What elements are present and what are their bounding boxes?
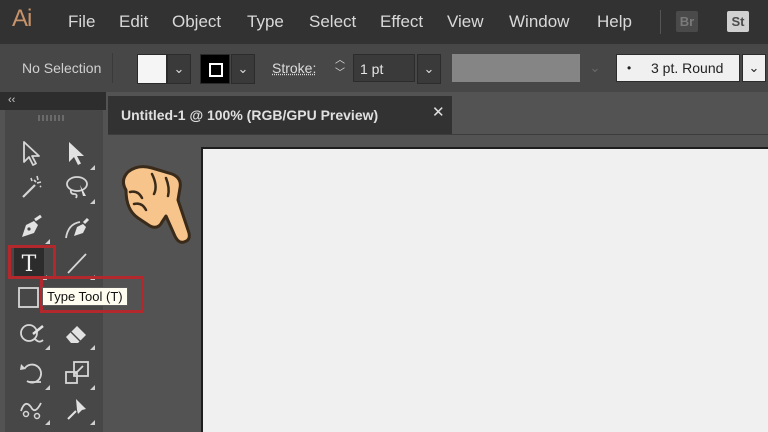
stroke-swatch-inner bbox=[209, 63, 223, 77]
type-tool-highlight bbox=[8, 245, 56, 279]
pin-tool-icon[interactable] bbox=[62, 393, 95, 425]
curvature-tool-icon[interactable] bbox=[62, 212, 92, 242]
artboard[interactable] bbox=[201, 147, 768, 432]
app-logo: Ai bbox=[12, 5, 32, 32]
magic-wand-tool-icon[interactable] bbox=[17, 172, 47, 202]
type-tool-tooltip: Type Tool (T) bbox=[42, 287, 128, 306]
document-tab-title[interactable]: Untitled-1 @ 100% (RGB/GPU Preview) bbox=[121, 107, 378, 123]
stroke-panel-link[interactable]: Stroke: bbox=[272, 60, 316, 76]
menu-help[interactable]: Help bbox=[597, 12, 632, 32]
menu-file[interactable]: File bbox=[68, 12, 95, 32]
direct-selection-tool-icon[interactable] bbox=[62, 138, 95, 170]
control-bar-divider bbox=[112, 53, 113, 83]
menu-divider bbox=[660, 10, 661, 34]
fill-swatch[interactable] bbox=[137, 54, 167, 84]
brush-label: 3 pt. Round bbox=[651, 60, 724, 76]
scale-tool-icon[interactable] bbox=[62, 358, 95, 390]
brush-dropdown-chevron-icon[interactable]: ⌄ bbox=[742, 54, 766, 82]
tab-strip-divider bbox=[108, 134, 768, 135]
collapse-panel-icon[interactable]: ‹‹ bbox=[8, 94, 15, 106]
lasso-tool-icon[interactable] bbox=[62, 172, 95, 204]
menu-window[interactable]: Window bbox=[509, 12, 569, 32]
menu-effect[interactable]: Effect bbox=[380, 12, 423, 32]
line-segment-tool-icon[interactable] bbox=[62, 248, 95, 280]
fill-dropdown-chevron-icon[interactable]: ⌄ bbox=[167, 54, 191, 84]
stroke-weight-stepper[interactable]: ︿ ﹀ bbox=[330, 54, 350, 82]
puppet-warp-tool-icon[interactable] bbox=[17, 393, 50, 425]
menu-edit[interactable]: Edit bbox=[119, 12, 148, 32]
stroke-swatch[interactable] bbox=[200, 54, 230, 84]
variable-width-profile[interactable] bbox=[452, 54, 580, 82]
variable-width-chevron-icon[interactable]: ⌄ bbox=[584, 54, 606, 82]
menu-view[interactable]: View bbox=[447, 12, 484, 32]
menu-select[interactable]: Select bbox=[309, 12, 356, 32]
stroke-dropdown-chevron-icon[interactable]: ⌄ bbox=[231, 54, 255, 84]
brush-definition-select[interactable]: • 3 pt. Round bbox=[616, 54, 740, 82]
stepper-down-icon[interactable]: ﹀ bbox=[330, 67, 350, 80]
panel-grip[interactable] bbox=[38, 115, 66, 121]
eraser-tool-icon[interactable] bbox=[62, 318, 95, 350]
rotate-tool-icon[interactable] bbox=[17, 358, 50, 390]
pointing-hand-icon bbox=[108, 160, 200, 256]
tool-panel-header bbox=[0, 92, 106, 110]
stroke-weight-dropdown-chevron-icon[interactable]: ⌄ bbox=[417, 54, 441, 84]
close-icon[interactable]: ✕ bbox=[432, 103, 445, 121]
stroke-weight-input[interactable]: 1 pt bbox=[353, 54, 415, 82]
bridge-button[interactable]: Br bbox=[676, 11, 698, 32]
menu-type[interactable]: Type bbox=[247, 12, 284, 32]
selection-tool-icon[interactable] bbox=[17, 138, 47, 168]
menu-object[interactable]: Object bbox=[172, 12, 221, 32]
selection-status: No Selection bbox=[22, 60, 102, 76]
stock-button[interactable]: St bbox=[727, 11, 749, 32]
stepper-up-icon[interactable]: ︿ bbox=[330, 54, 350, 67]
brush-dot-icon: • bbox=[627, 61, 632, 75]
shaper-tool-icon[interactable] bbox=[17, 318, 50, 350]
pen-tool-icon[interactable] bbox=[17, 212, 50, 244]
